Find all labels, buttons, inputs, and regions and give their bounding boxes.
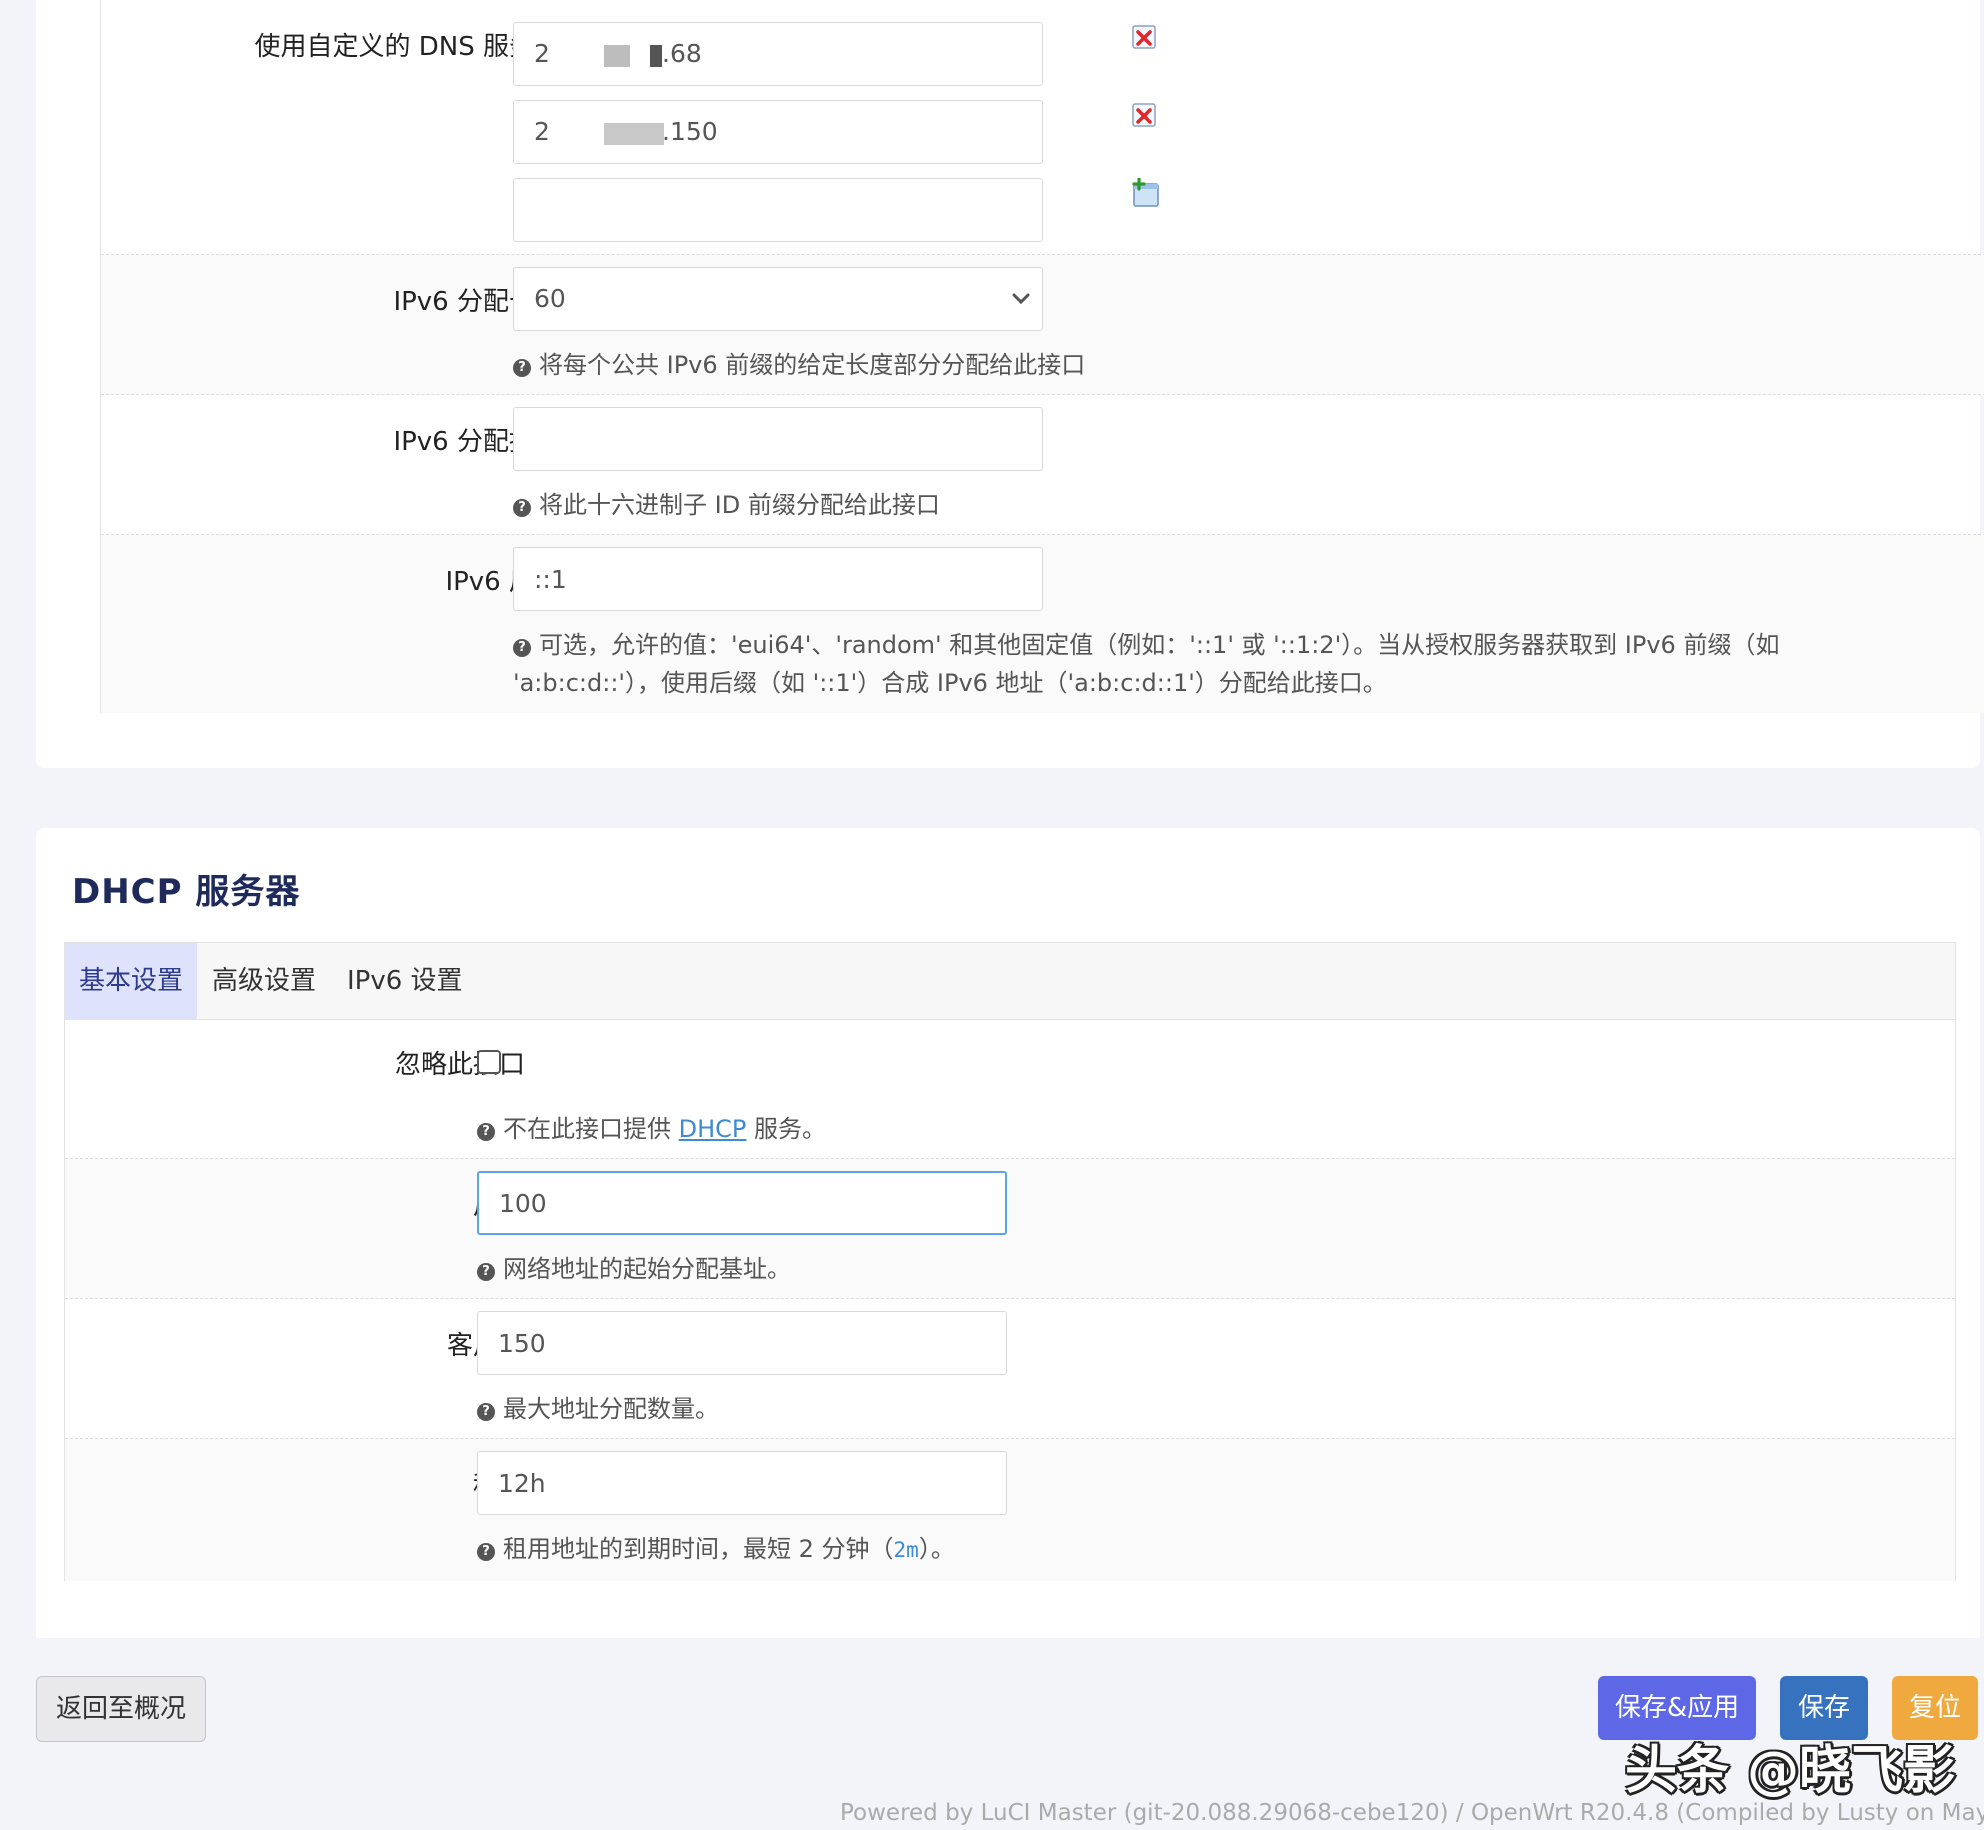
ipv6-assign-hint-hint: ? 将此十六进制子 ID 前缀分配给此接口 <box>513 486 940 524</box>
dhcp-tabs: 基本设置 高级设置 IPv6 设置 <box>64 942 1956 1020</box>
dhcp-limit-input[interactable] <box>477 1311 1007 1375</box>
tab-advanced-settings[interactable]: 高级设置 <box>198 943 330 1019</box>
footer-powered-by: Powered by LuCI Master (git-20.088.29068… <box>840 1800 1984 1826</box>
add-entry-icon[interactable] <box>1131 178 1161 208</box>
ipv6-assign-hint-row: IPv6 分配提示 ? 将此十六进制子 ID 前缀分配给此接口 <box>101 394 1984 535</box>
dhcp-link[interactable]: DHCP <box>679 1115 747 1143</box>
chevron-down-icon <box>1012 293 1030 305</box>
dhcp-lease-input[interactable] <box>477 1451 1007 1515</box>
help-icon: ? <box>477 1403 495 1421</box>
ipv6-assign-length-row: IPv6 分配长度 60 ? 将每个公共 IPv6 前缀的给定长度部分分配给此接口 <box>101 254 1984 395</box>
help-icon: ? <box>513 499 531 517</box>
custom-dns-row: 使用自定义的 DNS 服务器 2( .68 2( .150 <box>101 0 1984 254</box>
dns-server-2-suffix: .150 <box>662 117 718 146</box>
ignore-interface-row: 忽略此接口 ? 不在此接口提供 DHCP 服务。 <box>65 1018 1955 1158</box>
tab-ipv6-settings[interactable]: IPv6 设置 <box>333 943 477 1019</box>
remove-entry-icon[interactable] <box>1131 24 1157 50</box>
back-to-overview-button[interactable]: 返回至概况 <box>36 1676 206 1742</box>
redaction-block <box>604 45 630 67</box>
dhcp-start-row: 启动 ?网络地址的起始分配基址。 <box>65 1158 1955 1299</box>
ipv6-suffix-row: IPv6 后缀 ?可选，允许的值：'eui64'、'random' 和其他固定值… <box>101 534 1984 713</box>
ipv6-suffix-hint-line2: 'a:b:c:d::'），使用后缀（如 '::1'）合成 IPv6 地址（'a:… <box>513 669 1387 697</box>
redaction-block <box>604 123 664 145</box>
watermark: 头条 @晓飞影 <box>1625 1741 1956 1801</box>
dhcp-lease-hint: ? 租用地址的到期时间，最短 2 分钟（2m）。 <box>477 1530 955 1569</box>
ipv6-assign-length-hint: ? 将每个公共 IPv6 前缀的给定长度部分分配给此接口 <box>513 346 1085 384</box>
dhcp-start-input[interactable] <box>477 1171 1007 1235</box>
dhcp-start-hint: ? 网络地址的起始分配基址。 <box>477 1250 791 1288</box>
ignore-interface-hint: ? 不在此接口提供 DHCP 服务。 <box>477 1110 826 1148</box>
lease-min-code: 2m <box>893 1538 919 1562</box>
interface-settings-card: 使用自定义的 DNS 服务器 2( .68 2( .150 IPv6 分配长度 … <box>36 0 1984 768</box>
help-icon: ? <box>513 639 531 657</box>
ignore-interface-checkbox[interactable] <box>477 1050 501 1074</box>
dhcp-limit-row: 客户数 ?最大地址分配数量。 <box>65 1298 1955 1439</box>
ipv6-assign-hint-input[interactable] <box>513 407 1043 471</box>
dns-server-1-suffix: .68 <box>662 39 702 68</box>
ipv6-settings-section: 使用自定义的 DNS 服务器 2( .68 2( .150 IPv6 分配长度 … <box>100 0 1984 713</box>
help-icon: ? <box>477 1263 495 1281</box>
dhcp-basic-section: 忽略此接口 ?不在此接口提供 DHCP 服务。 启动 ?网络地址的起始分配基址。… <box>64 1018 1956 1581</box>
ipv6-assign-length-value: 60 <box>534 284 566 313</box>
dns-server-input-2[interactable]: 2( .150 <box>513 100 1043 164</box>
ipv6-suffix-hint: ? 可选，允许的值：'eui64'、'random' 和其他固定值（例如：'::1… <box>513 626 1779 664</box>
tab-basic-settings[interactable]: 基本设置 <box>65 943 198 1019</box>
dns-server-input-1[interactable]: 2( .68 <box>513 22 1043 86</box>
dhcp-limit-hint: ? 最大地址分配数量。 <box>477 1390 719 1428</box>
dhcp-section-title: DHCP 服务器 <box>72 872 301 912</box>
ipv6-suffix-input[interactable] <box>513 547 1043 611</box>
help-icon: ? <box>477 1543 495 1561</box>
ignore-interface-label: 忽略此接口 <box>394 1050 525 1080</box>
help-icon: ? <box>477 1123 495 1141</box>
remove-entry-icon[interactable] <box>1131 102 1157 128</box>
redaction-block <box>650 45 662 67</box>
help-icon: ? <box>513 359 531 377</box>
dns-server-input-new[interactable] <box>513 178 1043 242</box>
dhcp-lease-row: 租期 ?租用地址的到期时间，最短 2 分钟（2m）。 <box>65 1438 1955 1581</box>
ipv6-assign-length-select[interactable]: 60 <box>513 267 1043 331</box>
